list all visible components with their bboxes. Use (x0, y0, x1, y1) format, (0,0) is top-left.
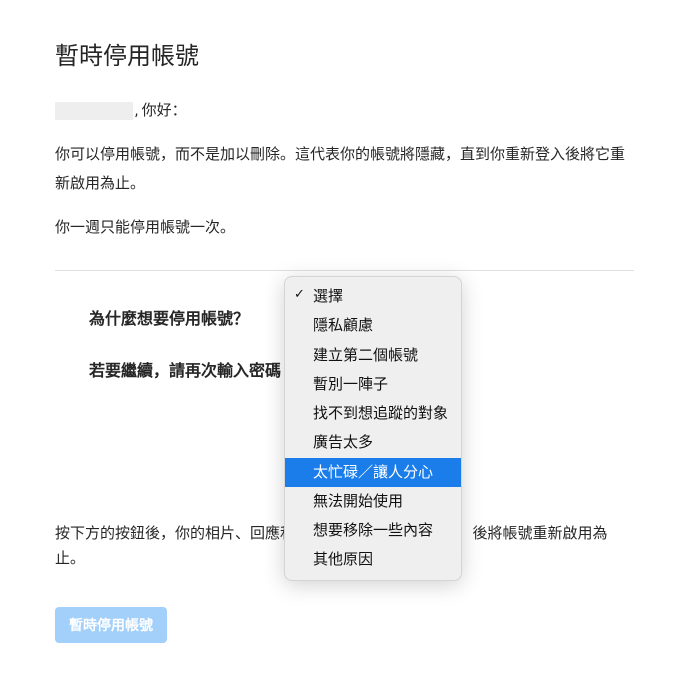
dropdown-option[interactable]: 太忙碌／讓人分心 (285, 458, 461, 487)
greeting-line: , 你好： (55, 99, 634, 120)
username-placeholder (55, 102, 133, 120)
reason-label: 為什麼想要停用帳號？ (89, 309, 249, 328)
dropdown-option[interactable]: 隱私顧慮 (285, 311, 461, 340)
greeting-suffix: , 你好： (135, 101, 187, 119)
password-label: 若要繼續，請再次輸入密碼 (89, 361, 281, 380)
body-paragraph-1: 你可以停用帳號，而不是加以刪除。這代表你的帳號將隱藏，直到你重新登入後將它重新啟… (55, 140, 634, 197)
reason-dropdown-menu[interactable]: 選擇隱私顧慮建立第二個帳號暫別一陣子找不到想追蹤的對象廣告太多太忙碌／讓人分心無… (284, 276, 462, 581)
section-divider (55, 270, 634, 271)
dropdown-option[interactable]: 找不到想追蹤的對象 (285, 399, 461, 428)
dropdown-option[interactable]: 選擇 (285, 282, 461, 311)
dropdown-option[interactable]: 其他原因 (285, 545, 461, 574)
dropdown-option[interactable]: 建立第二個帳號 (285, 341, 461, 370)
dropdown-option[interactable]: 想要移除一些內容 (285, 516, 461, 545)
dropdown-option[interactable]: 廣告太多 (285, 428, 461, 457)
dropdown-option[interactable]: 暫別一陣子 (285, 370, 461, 399)
body-paragraph-2: 你一週只能停用帳號一次。 (55, 213, 634, 242)
disable-account-button[interactable]: 暫時停用帳號 (55, 607, 167, 643)
dropdown-option[interactable]: 無法開始使用 (285, 487, 461, 516)
below-text-prefix: 按下方的按鈕後，你的相片、回應和 (55, 524, 295, 542)
page-title: 暫時停用帳號 (55, 36, 634, 71)
